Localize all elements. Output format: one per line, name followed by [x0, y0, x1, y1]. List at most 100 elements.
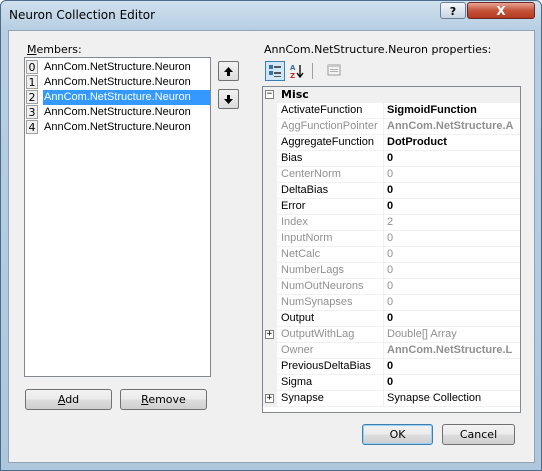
move-up-button[interactable]	[218, 61, 239, 81]
property-row[interactable]: InputNorm 0	[263, 231, 520, 247]
property-row[interactable]: Index 2	[263, 215, 520, 231]
column-divider[interactable]	[383, 295, 384, 311]
arrow-down-icon	[224, 95, 233, 104]
add-button[interactable]: Add	[25, 389, 112, 410]
column-divider[interactable]	[383, 311, 384, 327]
column-divider[interactable]	[383, 183, 384, 199]
property-name: NumSynapses	[281, 296, 353, 308]
column-divider[interactable]	[383, 103, 384, 119]
property-name: Index	[281, 216, 308, 228]
help-button[interactable]: ?	[440, 2, 466, 19]
members-label: Members:	[27, 43, 82, 56]
column-divider[interactable]	[383, 327, 384, 343]
property-row[interactable]: CenterNorm 0	[263, 167, 520, 183]
dialog-client-area: Members: 0 AnnCom.NetStructure.Neuron 1 Ann…	[8, 30, 535, 463]
property-row[interactable]: DeltaBias 0	[263, 183, 520, 199]
member-name: AnnCom.NetStructure.Neuron	[44, 61, 191, 73]
move-down-button[interactable]	[218, 89, 239, 109]
property-row[interactable]: Owner AnnCom.NetStructure.L	[263, 343, 520, 359]
column-divider[interactable]	[383, 391, 384, 407]
row-gutter	[263, 215, 277, 231]
member-list-item[interactable]: 4 AnnCom.NetStructure.Neuron	[26, 120, 209, 135]
column-divider[interactable]	[383, 199, 384, 215]
alphabetical-button[interactable]: A Z	[287, 61, 307, 81]
categorized-button[interactable]	[265, 61, 285, 81]
member-list-item[interactable]: 2 AnnCom.NetStructure.Neuron	[26, 90, 210, 105]
property-value[interactable]: 0	[387, 312, 520, 327]
expand-icon[interactable]: +	[265, 394, 274, 403]
column-divider[interactable]	[383, 167, 384, 183]
property-row[interactable]: NumberLags 0	[263, 263, 520, 279]
property-pages-button[interactable]	[324, 61, 344, 81]
property-value[interactable]: 0	[387, 360, 520, 375]
property-value: 0	[387, 264, 394, 276]
member-list-item[interactable]: 3 AnnCom.NetStructure.Neuron	[26, 105, 209, 120]
member-list-item[interactable]: 1 AnnCom.NetStructure.Neuron	[26, 75, 209, 90]
alphabetical-icon: A Z	[290, 64, 304, 80]
member-index: 0	[26, 60, 38, 74]
property-row[interactable]: AggregateFunction DotProduct	[263, 135, 520, 151]
property-value[interactable]: 0	[387, 184, 520, 199]
member-index: 4	[26, 120, 38, 134]
member-list-item[interactable]: 0 AnnCom.NetStructure.Neuron	[26, 60, 209, 75]
property-name: PreviousDeltaBias	[281, 360, 371, 372]
row-gutter	[263, 119, 277, 135]
property-row[interactable]: + Synapse Synapse Collection	[263, 391, 520, 407]
collapse-icon[interactable]: −	[265, 90, 274, 99]
column-divider[interactable]	[383, 279, 384, 295]
close-button[interactable]: X	[467, 2, 535, 19]
window-title: Neuron Collection Editor	[9, 8, 156, 22]
property-row[interactable]: NetCalc 0	[263, 247, 520, 263]
column-divider[interactable]	[383, 135, 384, 151]
category-name: Misc	[281, 88, 309, 101]
property-row[interactable]: NumSynapses 0	[263, 295, 520, 311]
property-row[interactable]: Error 0	[263, 199, 520, 215]
column-divider[interactable]	[383, 231, 384, 247]
column-divider[interactable]	[383, 119, 384, 135]
property-name: NumberLags	[281, 264, 344, 276]
property-value[interactable]: SigmoidFunction	[387, 104, 520, 119]
column-divider[interactable]	[383, 215, 384, 231]
property-grid[interactable]: − Misc ActivateFunction SigmoidFunction Ag…	[262, 86, 521, 413]
expand-icon[interactable]: +	[265, 330, 274, 339]
property-row[interactable]: AggFunctionPointer AnnCom.NetStructure.A	[263, 119, 520, 135]
column-divider[interactable]	[383, 375, 384, 391]
property-value[interactable]: 0	[387, 376, 520, 391]
members-list[interactable]: 0 AnnCom.NetStructure.Neuron 1 AnnCom.NetSt…	[24, 57, 211, 377]
property-name: Sigma	[281, 376, 313, 388]
column-divider[interactable]	[383, 343, 384, 359]
column-divider[interactable]	[383, 359, 384, 375]
property-row[interactable]: PreviousDeltaBias 0	[263, 359, 520, 375]
property-value[interactable]: 0	[387, 152, 520, 167]
cancel-button[interactable]: Cancel	[442, 424, 515, 445]
property-row[interactable]: Output 0	[263, 311, 520, 327]
property-name: NetCalc	[281, 248, 321, 260]
column-divider[interactable]	[383, 263, 384, 279]
property-pages-icon	[327, 64, 341, 76]
svg-text:A: A	[290, 64, 296, 72]
property-row[interactable]: ActivateFunction SigmoidFunction	[263, 103, 520, 119]
column-divider[interactable]	[383, 151, 384, 167]
member-name: AnnCom.NetStructure.Neuron	[43, 90, 210, 105]
row-gutter	[263, 183, 277, 199]
arrow-up-icon	[224, 67, 233, 76]
title-bar[interactable]: Neuron Collection Editor ? X	[1, 1, 541, 29]
property-row[interactable]: Bias 0	[263, 151, 520, 167]
property-row[interactable]: + OutputWithLag Double[] Array	[263, 327, 520, 343]
remove-button[interactable]: Remove	[120, 389, 207, 410]
category-row-misc[interactable]: − Misc	[263, 87, 520, 103]
property-name: InputNorm	[281, 232, 333, 244]
row-gutter	[263, 279, 277, 295]
property-value[interactable]: DotProduct	[387, 136, 520, 151]
property-row[interactable]: Sigma 0	[263, 375, 520, 391]
row-gutter	[263, 151, 277, 167]
row-gutter	[263, 247, 277, 263]
ok-button[interactable]: OK	[362, 424, 433, 445]
column-divider[interactable]	[383, 247, 384, 263]
property-row[interactable]: NumOutNeurons 0	[263, 279, 520, 295]
property-name: AggregateFunction	[281, 136, 374, 148]
property-name: AggFunctionPointer	[281, 120, 378, 132]
property-value[interactable]: Synapse Collection	[387, 392, 520, 407]
categorized-icon	[269, 65, 281, 77]
property-value[interactable]: 0	[387, 200, 520, 215]
